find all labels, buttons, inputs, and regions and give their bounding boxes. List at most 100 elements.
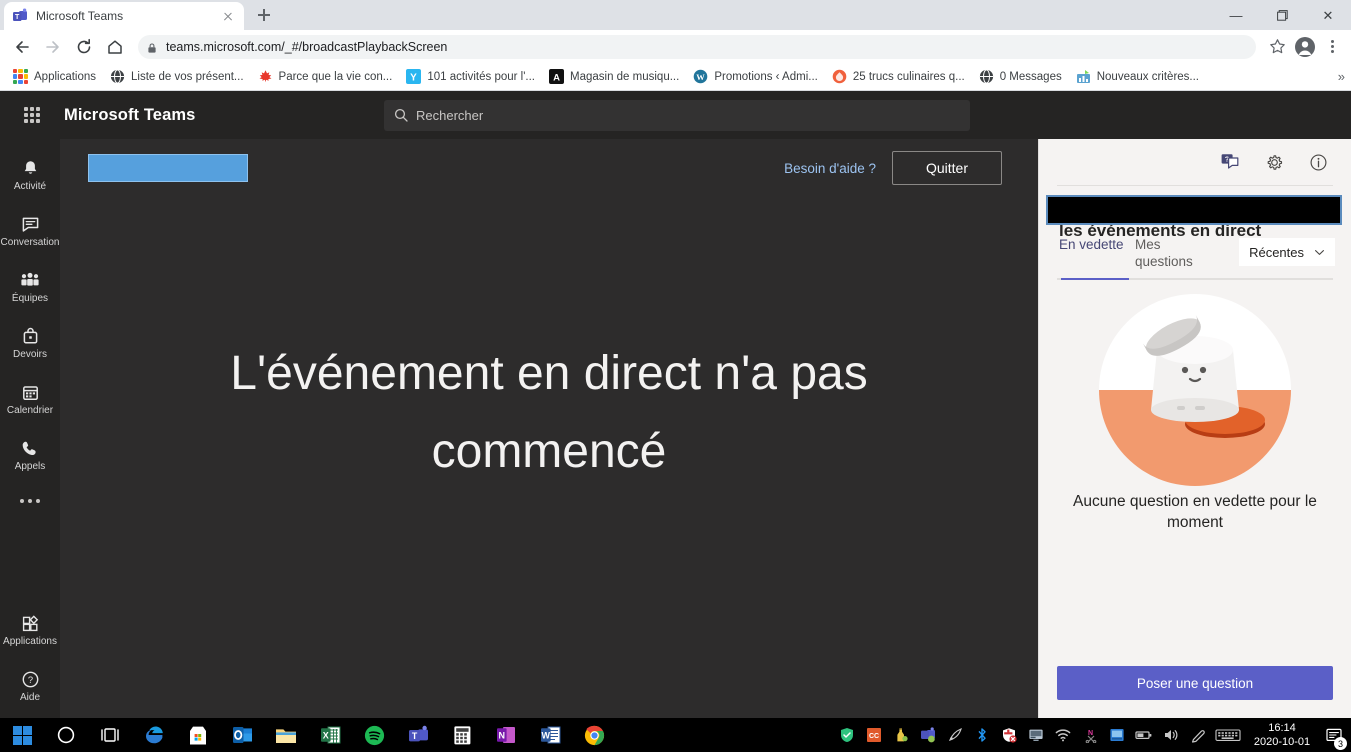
snip-tool-icon[interactable]: N xyxy=(1076,718,1103,752)
sidebar-item-equipes[interactable]: Équipes xyxy=(0,259,60,315)
task-view-icon[interactable] xyxy=(88,718,132,752)
bottle-icon[interactable] xyxy=(887,718,914,752)
svg-text:?: ? xyxy=(27,674,32,685)
flame-icon xyxy=(832,69,847,84)
bookmark-item-5[interactable]: W Promotions ‹ Admi... xyxy=(687,66,824,88)
phone-icon xyxy=(21,439,40,459)
onedrive-icon[interactable] xyxy=(1103,718,1130,752)
ccu-icon[interactable]: CC xyxy=(860,718,887,752)
bookmark-item-7[interactable]: 0 Messages xyxy=(973,66,1068,88)
cortana-search-icon[interactable] xyxy=(44,718,88,752)
teams-icon[interactable]: T xyxy=(396,718,440,752)
sidebar-item-applications[interactable]: Applications xyxy=(0,602,60,658)
spotify-icon[interactable] xyxy=(352,718,396,752)
word-icon[interactable]: W xyxy=(528,718,572,752)
excel-icon[interactable]: X xyxy=(308,718,352,752)
sidebar-item-aide[interactable]: ? Aide xyxy=(0,658,60,714)
bluetooth-icon[interactable] xyxy=(968,718,995,752)
qa-tabs: En vedette Mes questions Récentes xyxy=(1039,236,1351,278)
bookmark-label: Magasin de musiqu... xyxy=(570,70,680,83)
outlook-icon[interactable] xyxy=(220,718,264,752)
bookmark-item-8[interactable]: Nouveaux critères... xyxy=(1070,66,1205,88)
teams-tray-icon[interactable] xyxy=(914,718,941,752)
profile-avatar-button[interactable] xyxy=(1292,34,1318,60)
globe-icon xyxy=(110,69,125,84)
reload-button[interactable] xyxy=(70,33,98,61)
new-tab-button[interactable] xyxy=(250,1,278,29)
edge-icon[interactable] xyxy=(132,718,176,752)
sidebar-item-label: Appels xyxy=(14,460,46,472)
security-warning-icon[interactable] xyxy=(995,718,1022,752)
bookmark-item-3[interactable]: Y 101 activités pour l'... xyxy=(400,66,541,88)
screen: T Microsoft Teams — ✕ teams.microsoft.co… xyxy=(0,0,1351,752)
teams-app: Microsoft Teams Rechercher Activité Conv… xyxy=(0,91,1351,718)
display-icon[interactable] xyxy=(1022,718,1049,752)
quit-button[interactable]: Quitter xyxy=(892,151,1002,185)
minimize-button[interactable]: — xyxy=(1213,0,1259,30)
yahoo-icon: Y xyxy=(406,69,422,84)
teams-body: Activité Conversation Équipes Devoirs Ca… xyxy=(0,139,1351,718)
onenote-icon[interactable]: N xyxy=(484,718,528,752)
sidebar-item-activite[interactable]: Activité xyxy=(0,147,60,203)
bookmark-item-2[interactable]: Parce que la vie con... xyxy=(252,66,399,88)
shield-icon[interactable] xyxy=(833,718,860,752)
bookmark-item-6[interactable]: 25 trucs culinaires q... xyxy=(826,66,971,88)
close-icon[interactable] xyxy=(220,8,236,24)
satellite-icon[interactable] xyxy=(941,718,968,752)
sidebar-item-conversation[interactable]: Conversation xyxy=(0,203,60,259)
home-button[interactable] xyxy=(101,33,129,61)
profile-avatar-icon xyxy=(1295,36,1315,57)
browser-tab[interactable]: T Microsoft Teams xyxy=(4,2,244,30)
forward-button[interactable] xyxy=(39,33,67,61)
back-button[interactable] xyxy=(8,33,36,61)
taskbar-clock[interactable]: 16:14 2020-10-01 xyxy=(1245,722,1319,748)
windows-start-icon[interactable] xyxy=(0,718,44,752)
clock-time: 16:14 xyxy=(1268,722,1296,735)
bookmark-label: Applications xyxy=(34,70,97,83)
bookmark-item-applications[interactable]: Applications xyxy=(7,66,102,88)
pen-icon[interactable] xyxy=(1184,718,1211,752)
gear-icon[interactable] xyxy=(1263,151,1285,173)
close-window-button[interactable]: ✕ xyxy=(1305,0,1351,30)
three-dot-menu-icon[interactable] xyxy=(1321,34,1343,60)
chart-icon xyxy=(1076,69,1091,84)
sort-dropdown[interactable]: Récentes xyxy=(1239,238,1335,266)
action-center-button[interactable]: 3 xyxy=(1319,718,1349,752)
ask-question-button[interactable]: Poser une question xyxy=(1057,666,1333,700)
file-explorer-icon[interactable] xyxy=(264,718,308,752)
help-link[interactable]: Besoin d'aide ? xyxy=(784,161,876,176)
bookmark-star-button[interactable] xyxy=(1265,35,1289,59)
more-dots-icon[interactable] xyxy=(0,483,60,519)
wifi-icon[interactable] xyxy=(1049,718,1076,752)
chat-icon xyxy=(21,215,40,235)
home-icon xyxy=(108,39,122,54)
sidebar-item-appels[interactable]: Appels xyxy=(0,427,60,483)
qna-app-icon[interactable]: ? xyxy=(1219,151,1241,173)
live-event-message: L'événement en direct n'a pas commencé xyxy=(230,346,868,478)
qa-tab-underline xyxy=(1057,278,1333,280)
bookmarks-overflow-button[interactable]: » xyxy=(1338,69,1345,84)
address-bar[interactable]: teams.microsoft.com/_#/broadcastPlayback… xyxy=(138,34,1256,59)
sidebar-item-calendrier[interactable]: Calendrier xyxy=(0,371,60,427)
microsoft-store-icon[interactable] xyxy=(176,718,220,752)
teams-rail-bottom: Applications ? Aide xyxy=(0,602,60,714)
volume-icon[interactable] xyxy=(1157,718,1184,752)
maximize-button[interactable] xyxy=(1259,0,1305,30)
sidebar-item-devoirs[interactable]: Devoirs xyxy=(0,315,60,371)
chrome-icon[interactable] xyxy=(572,718,616,752)
redacted-account-field[interactable] xyxy=(1046,195,1342,225)
bookmark-item-1[interactable]: Liste de vos présent... xyxy=(104,66,250,88)
search-input[interactable]: Rechercher xyxy=(384,99,970,131)
sidebar-item-label: Devoirs xyxy=(13,348,47,360)
battery-icon[interactable] xyxy=(1130,718,1157,752)
bookmark-item-4[interactable]: A Magasin de musiqu... xyxy=(543,66,685,88)
svg-text:A: A xyxy=(553,72,560,83)
tab-en-vedette[interactable]: En vedette xyxy=(1059,236,1135,261)
svg-text:CC: CC xyxy=(868,733,878,740)
calculator-icon[interactable] xyxy=(440,718,484,752)
tab-mes-questions[interactable]: Mes questions xyxy=(1135,236,1211,278)
info-circle-icon[interactable] xyxy=(1307,151,1329,173)
chevron-down-icon xyxy=(1315,249,1324,255)
keyboard-icon[interactable] xyxy=(1211,718,1245,752)
app-launcher-icon[interactable] xyxy=(0,107,64,123)
